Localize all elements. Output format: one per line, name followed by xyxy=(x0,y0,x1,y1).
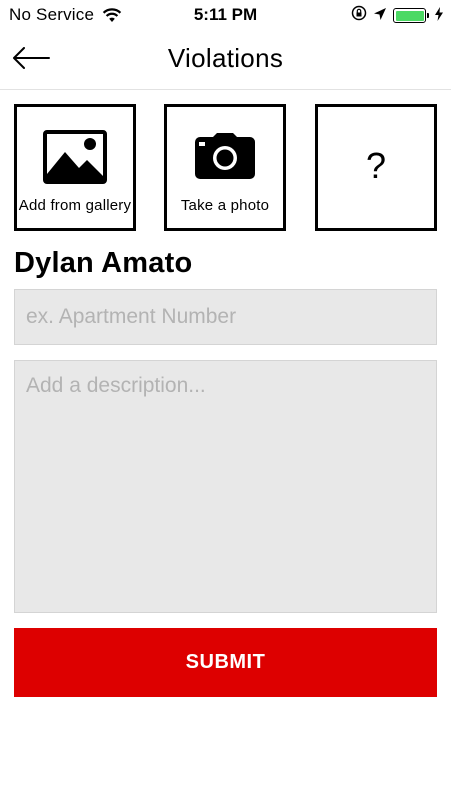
media-tiles: Add from gallery Take a photo ? xyxy=(14,104,437,231)
battery-icon xyxy=(393,8,429,23)
take-photo-button[interactable]: Take a photo xyxy=(164,104,286,231)
description-input[interactable] xyxy=(14,360,437,613)
placeholder-image-tile[interactable]: ? xyxy=(315,104,437,231)
add-from-gallery-button[interactable]: Add from gallery xyxy=(14,104,136,231)
charging-icon xyxy=(435,6,443,26)
user-name: Dylan Amato xyxy=(14,247,193,279)
orientation-lock-icon xyxy=(351,5,367,26)
battery-fill xyxy=(395,10,424,21)
question-mark: ? xyxy=(365,145,387,186)
submit-button[interactable]: SUBMIT xyxy=(14,628,437,697)
camera-icon xyxy=(167,133,283,179)
add-from-gallery-label: Add from gallery xyxy=(18,197,132,214)
status-bar: No Service 5:11 PM xyxy=(0,0,451,30)
nav-bar: Violations xyxy=(0,30,451,90)
status-right xyxy=(351,5,443,26)
image-icon xyxy=(17,130,133,184)
page-title: Violations xyxy=(167,43,284,73)
location-icon xyxy=(373,6,387,26)
apartment-number-input[interactable] xyxy=(14,289,437,345)
take-photo-label: Take a photo xyxy=(180,197,270,214)
